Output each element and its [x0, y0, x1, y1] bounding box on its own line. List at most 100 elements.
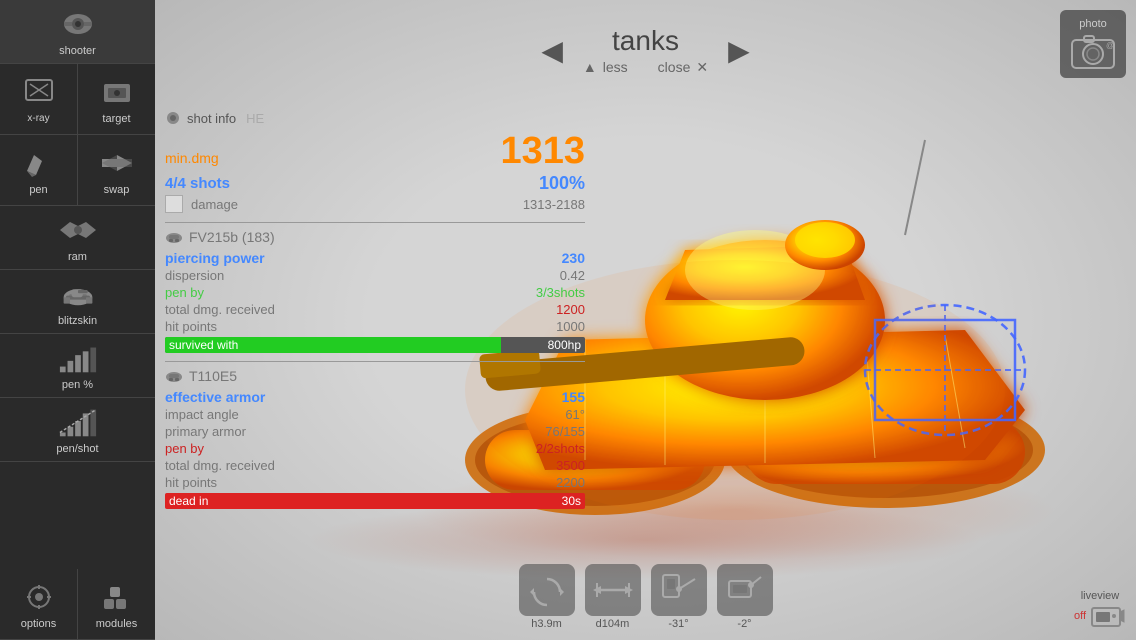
- liveview-status: off: [1074, 610, 1086, 622]
- fv-survived-label: survived with: [169, 337, 238, 353]
- distance-label: d104m: [596, 618, 630, 630]
- primary-armor-value: 76/155: [545, 424, 585, 439]
- sidebar-pen-shot-label: pen/shot: [56, 443, 98, 455]
- distance-button[interactable]: d104m: [585, 564, 641, 630]
- impact-angle-label: impact angle: [165, 407, 239, 422]
- t110-hit-points-row: hit points 2200: [165, 474, 585, 491]
- sidebar-modules-label: modules: [96, 618, 138, 630]
- nav-prev-button[interactable]: ◀: [541, 34, 563, 67]
- sidebar-shooter-label: shooter: [59, 45, 96, 57]
- damage-label: damage: [191, 197, 238, 212]
- fv215b-section: FV215b (183) piercing power 230 dispersi…: [165, 229, 585, 353]
- sidebar-item-pen-shot[interactable]: pen/shot: [0, 398, 155, 462]
- nav-next-button[interactable]: ▶: [728, 34, 750, 67]
- angle1-label: -31°: [668, 618, 688, 630]
- sidebar-item-modules[interactable]: modules: [78, 569, 155, 639]
- min-dmg-label: min.dmg: [165, 150, 219, 166]
- shooter-icon: [58, 6, 98, 42]
- min-dmg-value: 1313: [500, 130, 585, 173]
- t110-pen-by-row: pen by 2/2shots: [165, 440, 585, 457]
- shots-label: 4/4 shots: [165, 175, 230, 192]
- shot-info-section: shot info HE min.dmg 1313 4/4 shots 100%…: [165, 110, 585, 214]
- primary-armor-row: primary armor 76/155: [165, 423, 585, 440]
- t110-pen-by-value: 2/2shots: [536, 441, 585, 456]
- primary-armor-label: primary armor: [165, 424, 246, 439]
- sidebar-item-pen[interactable]: pen: [0, 135, 78, 205]
- shots-pct: 100%: [539, 173, 585, 194]
- t110-dead-bar: dead in 30s: [165, 493, 585, 509]
- rotate-button[interactable]: h3.9m: [519, 564, 575, 630]
- piercing-power-value: 230: [562, 250, 585, 266]
- sidebar-pen-label: pen: [29, 184, 47, 196]
- sidebar-item-xray[interactable]: x-ray: [0, 64, 78, 134]
- angle1-icon: [651, 564, 707, 616]
- pen-shot-icon: [58, 404, 98, 440]
- t110e5-section: T110E5 effective armor 155 impact angle …: [165, 368, 585, 509]
- t110-hit-points-label: hit points: [165, 475, 217, 490]
- sidebar-item-swap[interactable]: swap: [78, 135, 155, 205]
- sidebar-item-options[interactable]: options: [0, 569, 78, 639]
- divider-1: [165, 222, 585, 223]
- t110-dead-value: 30s: [562, 493, 581, 509]
- piercing-power-row: piercing power 230: [165, 249, 585, 267]
- t110-hit-points-value: 2200: [556, 475, 585, 490]
- t110e5-name: T110E5: [189, 368, 237, 384]
- pen-icon: [19, 145, 59, 181]
- fv-pen-by-label: pen by: [165, 285, 204, 300]
- fv215b-header: FV215b (183): [165, 229, 585, 245]
- nav-center: tanks ▲ less close ✕: [583, 25, 708, 76]
- sidebar-swap-label: swap: [104, 184, 130, 196]
- damage-row: damage 1313-2188: [165, 194, 585, 214]
- fv-pen-by-value: 3/3shots: [536, 285, 585, 300]
- sidebar-item-blitzskin[interactable]: blitzskin: [0, 270, 155, 334]
- t110-total-dmg-label: total dmg. received: [165, 458, 275, 473]
- sidebar-row-target: x-ray target: [0, 64, 155, 135]
- fv-hit-points-row: hit points 1000: [165, 318, 585, 335]
- swap-icon: [97, 145, 137, 181]
- camera-icon: @: [1070, 32, 1116, 70]
- nav-close-button[interactable]: close ✕: [658, 59, 708, 76]
- fv-hit-points-value: 1000: [556, 319, 585, 334]
- angle1-button[interactable]: -31°: [651, 564, 707, 630]
- fv-total-dmg-label: total dmg. received: [165, 302, 275, 317]
- ammo-type: HE: [246, 111, 264, 126]
- sidebar-blitzskin-label: blitzskin: [58, 315, 97, 327]
- dispersion-value: 0.42: [560, 268, 585, 283]
- sidebar-target-label: target: [102, 113, 130, 125]
- impact-angle-row: impact angle 61°: [165, 406, 585, 423]
- top-nav: ◀ tanks ▲ less close ✕ ▶: [155, 0, 1136, 100]
- divider-2: [165, 361, 585, 362]
- t110-dead-label: dead in: [169, 493, 208, 509]
- sidebar-item-target[interactable]: target: [78, 64, 155, 134]
- sidebar-row-options-modules: options modules: [0, 569, 155, 640]
- target-icon: [97, 74, 137, 110]
- fv-pen-by-row: pen by 3/3shots: [165, 284, 585, 301]
- t110e5-header: T110E5: [165, 368, 585, 384]
- bottom-controls: h3.9m d104m: [519, 564, 773, 630]
- sidebar-item-pen-pct[interactable]: pen %: [0, 334, 155, 398]
- sidebar-row-pen-swap: pen swap: [0, 135, 155, 206]
- effective-armor-value: 155: [562, 389, 585, 405]
- sidebar-item-ram[interactable]: ram: [0, 206, 155, 270]
- shot-icon: [165, 110, 181, 126]
- ram-icon: [58, 212, 98, 248]
- damage-range: 1313-2188: [523, 197, 585, 212]
- angle2-button[interactable]: -2°: [717, 564, 773, 630]
- photo-button[interactable]: photo @: [1060, 10, 1126, 78]
- xray-icon: [19, 74, 59, 110]
- sidebar-ram-label: ram: [68, 251, 87, 263]
- fv-total-dmg-value: 1200: [556, 302, 585, 317]
- shot-info-title: shot info: [187, 111, 236, 126]
- t110-pen-by-label: pen by: [165, 441, 204, 456]
- sidebar-item-shooter[interactable]: shooter: [0, 0, 155, 64]
- liveview-label: liveview: [1081, 590, 1120, 602]
- liveview-button[interactable]: liveview off: [1074, 590, 1126, 630]
- info-panel: shot info HE min.dmg 1313 4/4 shots 100%…: [165, 110, 585, 517]
- blitzskin-icon: [58, 276, 98, 312]
- rotate-icon: [519, 564, 575, 616]
- angle2-label: -2°: [737, 618, 751, 630]
- shots-row: 4/4 shots 100%: [165, 173, 585, 194]
- less-chevron-icon: ▲: [583, 59, 597, 75]
- nav-less-button[interactable]: ▲ less: [583, 59, 628, 76]
- sidebar-xray-label: x-ray: [27, 113, 49, 124]
